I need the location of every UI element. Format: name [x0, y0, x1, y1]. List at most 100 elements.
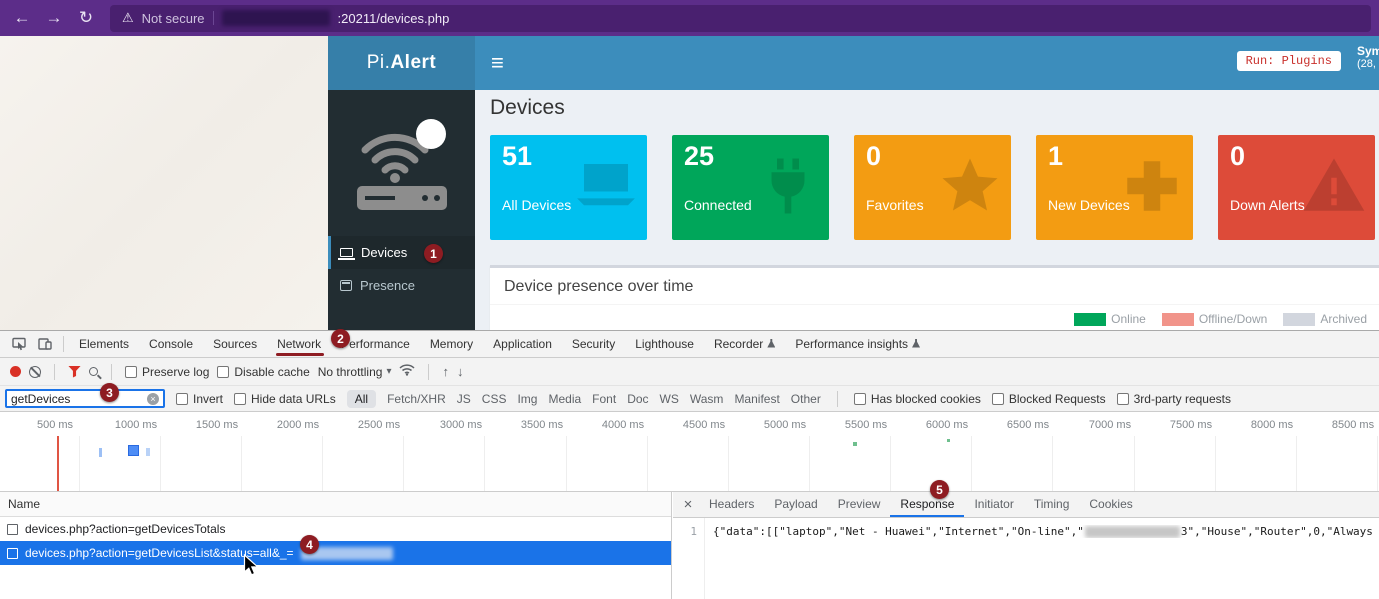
response-content: {"data":[["laptop","Net - Huawei","Inter… [713, 525, 1379, 538]
gridline [484, 436, 485, 491]
refresh-icon[interactable]: ↻ [72, 8, 100, 28]
stat-card-favorites[interactable]: 0 Favorites [854, 135, 1011, 240]
inspect-element-icon[interactable] [6, 337, 32, 351]
record-button[interactable] [10, 366, 21, 377]
has-blocked-cookies-checkbox[interactable]: Has blocked cookies [854, 392, 981, 406]
blocked-requests-checkbox[interactable]: Blocked Requests [992, 392, 1106, 406]
filter-type-media[interactable]: Media [548, 392, 581, 406]
filter-type-img[interactable]: Img [517, 392, 537, 406]
clear-filter-icon[interactable]: × [147, 393, 159, 405]
legend-label: Archived [1320, 312, 1367, 326]
time-tick: 4000 ms [602, 419, 644, 431]
tab-elements[interactable]: Elements [69, 332, 139, 357]
throttling-dropdown[interactable]: No throttling ▾ [318, 365, 392, 379]
tab-headers[interactable]: Headers [699, 492, 764, 517]
plus-icon [1119, 153, 1185, 219]
time-tick: 5500 ms [845, 419, 887, 431]
tab-security[interactable]: Security [562, 332, 625, 357]
filter-type-all[interactable]: All [347, 390, 376, 408]
device-toolbar-icon[interactable] [32, 338, 58, 350]
preserve-log-checkbox[interactable]: Preserve log [125, 365, 209, 379]
sidebar-item-devices[interactable]: Devices [328, 236, 475, 269]
filter-type-font[interactable]: Font [592, 392, 616, 406]
name-column-header[interactable]: Name [0, 492, 671, 517]
run-plugins-button[interactable]: Run: Plugins [1237, 51, 1341, 71]
disable-cache-checkbox[interactable]: Disable cache [217, 365, 309, 379]
network-filter-bar: × Invert Hide data URLs All Fetch/XHR JS… [0, 386, 1379, 412]
tab-performance-insights[interactable]: Performance insights [785, 332, 930, 357]
sidebar-item-presence[interactable]: Presence [328, 269, 475, 302]
time-tick: 7000 ms [1089, 419, 1131, 431]
stat-card-down-alerts[interactable]: 0 Down Alerts [1218, 135, 1375, 240]
stat-card-connected[interactable]: 25 Connected [672, 135, 829, 240]
tab-application[interactable]: Application [483, 332, 562, 357]
tab-memory[interactable]: Memory [420, 332, 483, 357]
response-text: 3","House","Router",0,"Always on" [1181, 525, 1379, 538]
throttling-value: No throttling [318, 365, 383, 379]
clear-icon[interactable] [29, 366, 41, 378]
divider [428, 364, 429, 380]
preserve-log-label: Preserve log [142, 365, 209, 379]
tab-recorder-label: Recorder [714, 337, 763, 351]
tab-preview[interactable]: Preview [828, 492, 891, 517]
time-tick: 5000 ms [764, 419, 806, 431]
tab-response[interactable]: Response [890, 492, 964, 517]
request-row[interactable]: devices.php?action=getDevicesTotals [0, 517, 671, 541]
tab-recorder[interactable]: Recorder [704, 332, 785, 357]
devtools-panel: Elements Console Sources Network Perform… [0, 330, 1379, 599]
stat-card-all-devices[interactable]: 51 All Devices [490, 135, 647, 240]
tab-lighthouse[interactable]: Lighthouse [625, 332, 704, 357]
close-icon[interactable]: × [677, 496, 699, 513]
tab-timing[interactable]: Timing [1024, 492, 1080, 517]
tab-payload[interactable]: Payload [764, 492, 827, 517]
forward-icon[interactable]: → [40, 8, 68, 28]
network-overview-timeline[interactable]: 500 ms 1000 ms 1500 ms 2000 ms 2500 ms 3… [0, 412, 1379, 492]
time-tick: 6500 ms [1007, 419, 1049, 431]
redacted-host [222, 10, 330, 26]
address-bar[interactable]: ⚠ Not secure :20211/devices.php [110, 5, 1371, 32]
tab-network[interactable]: Network [267, 332, 331, 357]
stat-card-new-devices[interactable]: 1 New Devices [1036, 135, 1193, 240]
timeline-mark [128, 445, 139, 456]
not-secure-icon: ⚠ [122, 10, 134, 26]
filter-type-other[interactable]: Other [791, 392, 821, 406]
mouse-cursor [243, 554, 259, 583]
filter-type-css[interactable]: CSS [482, 392, 507, 406]
line-number: 1 [673, 518, 705, 599]
filter-type-fetch-xhr[interactable]: Fetch/XHR [387, 392, 446, 406]
annotation-badge-2: 2 [331, 329, 350, 348]
third-party-requests-label: 3rd-party requests [1134, 392, 1231, 406]
filter-type-manifest[interactable]: Manifest [734, 392, 779, 406]
stat-value: 51 [502, 141, 532, 172]
legend-swatch [1162, 313, 1194, 326]
filter-type-ws[interactable]: WS [660, 392, 679, 406]
search-icon[interactable] [89, 367, 98, 376]
user-menu[interactable]: Sym (28, [1357, 44, 1379, 70]
network-conditions-icon[interactable] [399, 364, 415, 379]
filter-input[interactable] [11, 392, 143, 406]
request-row-selected[interactable]: devices.php?action=getDevicesList&status… [0, 541, 671, 565]
hide-data-urls-checkbox[interactable]: Hide data URLs [234, 392, 336, 406]
tab-cookies[interactable]: Cookies [1079, 492, 1142, 517]
hamburger-menu-icon[interactable]: ≡ [491, 50, 504, 76]
presence-legend: Online Offline/Down Archived [1074, 312, 1367, 326]
details-tabbar: × Headers Payload Preview Response Initi… [673, 492, 1379, 518]
export-har-icon[interactable]: ↓ [457, 364, 464, 379]
third-party-requests-checkbox[interactable]: 3rd-party requests [1117, 392, 1231, 406]
router-logo [328, 90, 475, 236]
annotation-badge-3: 3 [100, 383, 119, 402]
time-tick: 3000 ms [440, 419, 482, 431]
tab-console[interactable]: Console [139, 332, 203, 357]
invert-checkbox[interactable]: Invert [176, 392, 223, 406]
filter-type-wasm[interactable]: Wasm [690, 392, 724, 406]
filter-icon[interactable] [68, 366, 81, 378]
import-har-icon[interactable]: ↑ [442, 364, 449, 379]
tab-performance-insights-label: Performance insights [795, 337, 908, 351]
tab-sources[interactable]: Sources [203, 332, 267, 357]
response-body[interactable]: 1 {"data":[["laptop","Net - Huawei","Int… [673, 518, 1379, 599]
filter-type-doc[interactable]: Doc [627, 392, 648, 406]
filter-type-js[interactable]: JS [457, 392, 471, 406]
tab-initiator[interactable]: Initiator [964, 492, 1023, 517]
time-tick: 4500 ms [683, 419, 725, 431]
back-icon[interactable]: ← [8, 8, 36, 28]
